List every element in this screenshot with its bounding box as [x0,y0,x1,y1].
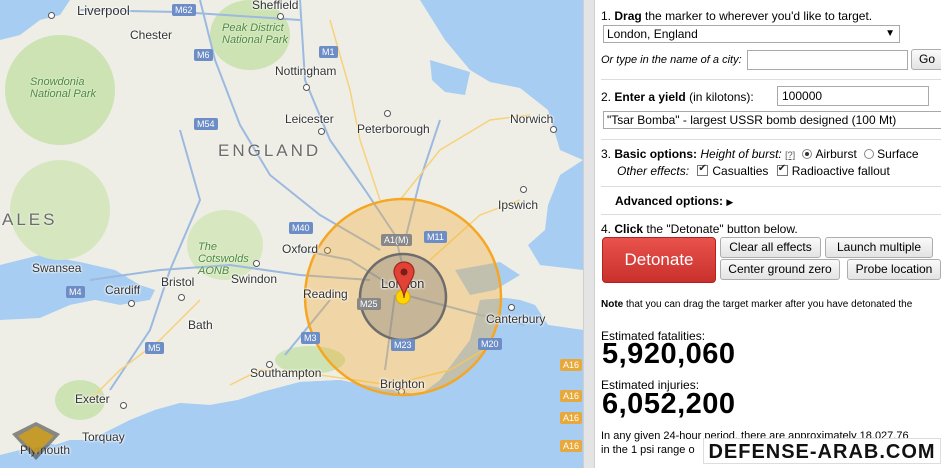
city-southampton: Southampton [250,366,322,380]
casualties-label[interactable]: Casualties [712,164,768,178]
city-norwich: Norwich [510,112,554,126]
city-canterbury: Canterbury [486,312,546,326]
road-m11: M11 [424,231,447,243]
city-liverpool: Liverpool [77,3,130,18]
city-swansea: Swansea [32,261,82,275]
target-marker-icon[interactable] [393,261,415,299]
step-1-rest: the marker to wherever you'd like to tar… [645,9,873,23]
note-rest: that you can drag the target marker afte… [626,299,913,310]
step-4-rest: the "Detonate" button below. [646,222,798,236]
road-a1m: A1(M) [381,234,412,246]
probe-location-button[interactable]: Probe location [847,259,941,280]
road-m25: M25 [357,298,381,310]
city-input-label: Or type in the name of a city: [601,54,742,66]
expand-arrow-icon[interactable]: ▶ [726,197,733,207]
city-brighton: Brighton [380,377,425,391]
fallout-label[interactable]: Radioactive fallout [792,164,890,178]
go-button[interactable]: Go [911,49,941,70]
road-m1: M1 [319,46,338,58]
other-effects-label: Other effects: [617,164,690,178]
road-m54: M54 [194,118,218,130]
road-m40: M40 [289,222,313,234]
step-2-number: 2. [601,90,612,104]
note-bold: Note [601,299,624,310]
panel-divider[interactable] [583,0,595,468]
road-m3: M3 [301,332,320,344]
injuries-value: 6,052,200 [602,388,736,420]
step-3-bold: Basic options: [614,147,698,161]
surface-label[interactable]: Surface [877,147,918,161]
note-text: Note that you can drag the target marker… [601,299,912,310]
road-m62: M62 [172,4,196,16]
watermark: DEFENSE-ARAB.COM [703,438,941,464]
city-sheffield: Sheffield [252,0,299,12]
road-m20: M20 [478,338,502,350]
city-reading: Reading [303,287,348,301]
road-a16-3: A16 [560,412,583,424]
step-4-text: 4. Click the "Detonate" button below. [601,222,798,236]
step-4-bold: Click [614,222,644,236]
preset-select-value: "Tsar Bomba" - largest USSR bomb designe… [607,113,897,127]
city-bristol: Bristol [161,275,195,289]
dropdown-arrow-icon: ▼ [885,28,895,39]
casualties-checkbox[interactable] [697,163,709,176]
fallout-checkbox[interactable] [776,163,788,176]
step-3-line-2: Other effects: Casualties Radioactive fa… [617,163,890,178]
city-oxford: Oxford [282,242,319,256]
city-input[interactable] [747,50,908,70]
fatalities-value: 5,920,060 [602,338,736,370]
advanced-options-toggle[interactable]: Advanced options: ▶ [615,194,733,208]
launch-multiple-button[interactable]: Launch multiple [825,237,933,258]
step-2-bold: Enter a yield [614,90,686,104]
step-2-text: 2. Enter a yield (in kilotons): [601,90,754,104]
step-2-rest: (in kilotons): [689,90,754,104]
height-of-burst-label: Height of burst: [700,147,782,161]
step-4-number: 4. [601,222,612,236]
plymouth-logo-icon [12,422,60,460]
road-a16-4: A16 [560,440,583,452]
city-leicester: Leicester [285,112,334,126]
step-1-number: 1. [601,9,612,23]
road-a16-1: A16 [560,359,583,371]
separator-4 [601,214,941,215]
city-chester: Chester [130,28,173,42]
help-link[interactable]: [?] [785,150,795,160]
road-m4: M4 [66,286,85,298]
separator-2 [601,139,941,140]
city-nottingham: Nottingham [275,64,337,78]
surface-radio[interactable] [864,149,875,159]
step-3-line-1: 3. Basic options: Height of burst: [?] A… [601,147,919,161]
city-peterborough: Peterborough [357,122,430,136]
step-1-text: 1. Drag the marker to wherever you'd lik… [601,9,872,23]
city-bath: Bath [188,318,213,332]
footer-line-2: in the 1 psi range o [601,444,695,456]
city-cardiff: Cardiff [105,283,141,297]
preset-select[interactable]: "Tsar Bomba" - largest USSR bomb designe… [603,111,941,129]
separator-1 [601,79,941,80]
yield-input[interactable]: 100000 [777,86,929,106]
control-panel: 1. Drag the marker to wherever you'd lik… [595,0,941,468]
airburst-label[interactable]: Airburst [815,147,856,161]
city-exeter: Exeter [75,392,110,406]
city-ipswich: Ipswich [498,198,539,212]
step-1-bold: Drag [614,9,642,23]
step-3-number: 3. [601,147,612,161]
city-select-value: London, England [607,27,698,41]
road-a16-2: A16 [560,390,583,402]
clear-effects-button[interactable]: Clear all effects [720,237,821,258]
road-m5: M5 [145,342,164,354]
separator-3 [601,186,941,187]
city-torquay: Torquay [82,430,125,444]
center-ground-zero-button[interactable]: Center ground zero [720,259,840,280]
map-view[interactable]: ENGLAND ALES Peak District National Park… [0,0,583,468]
advanced-options-label[interactable]: Advanced options: [615,194,723,208]
city-swindon: Swindon [231,272,278,286]
city-select[interactable]: London, England ▼ [603,25,900,43]
airburst-radio[interactable] [802,149,813,159]
detonate-button[interactable]: Detonate [602,237,716,283]
road-m23: M23 [391,339,415,351]
road-m6: M6 [194,49,213,61]
